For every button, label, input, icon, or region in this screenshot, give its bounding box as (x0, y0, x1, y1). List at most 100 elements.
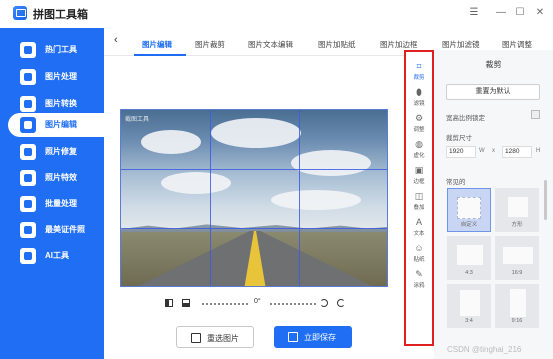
canvas-area: 截图工具 0° 重选图片 立即保存 (104, 56, 404, 359)
photo-cloud (161, 172, 231, 194)
image-icon (20, 69, 36, 85)
sidebar-item-label: 热门工具 (45, 45, 77, 54)
rotation-slider-left[interactable] (202, 303, 248, 305)
preset-shape (457, 197, 481, 219)
panel-title: 裁剪 (485, 60, 502, 69)
csdn-watermark: CSDN @tinghai_216 (447, 345, 522, 354)
photo-preview[interactable]: 截图工具 (120, 109, 388, 287)
rotate-left-icon[interactable] (320, 299, 328, 307)
sidebar: 热门工具 图片处理 图片转换 图片编辑 照片修复 照片特效 批量处理 最美证件照… (0, 28, 104, 359)
photo-cloud (141, 130, 201, 154)
sidebar-item-image-edit[interactable]: 图片编辑 (8, 113, 104, 137)
height-unit: H (536, 148, 541, 154)
tab-image-filter[interactable]: 图片加滤镜 (442, 39, 480, 50)
rail-sticker[interactable]: ☺ 贴纸 (406, 240, 432, 266)
tab-image-text[interactable]: 图片文本编辑 (248, 39, 293, 50)
tab-image-crop[interactable]: 图片裁剪 (195, 39, 225, 50)
sidebar-item-ai-tools[interactable]: AI工具 (0, 244, 104, 268)
convert-icon (20, 96, 36, 112)
rotate-toolbar: 0° (164, 298, 354, 310)
crop-height-input[interactable]: 1280 (502, 146, 532, 158)
reset-default-button[interactable]: 重置为默认 (446, 84, 540, 100)
sidebar-item-hot-tools[interactable]: 热门工具 (0, 38, 104, 62)
preset-custom[interactable]: 自定义 (447, 188, 491, 232)
width-unit: W (479, 148, 485, 154)
sticker-icon: ☺ (414, 243, 424, 253)
rail-frame[interactable]: ▣ 边框 (406, 162, 432, 188)
sidebar-item-label: 批量处理 (45, 199, 77, 208)
crop-settings-panel: 裁剪 重置为默认 宽高比例锁定 裁剪尺寸 1920 W x 1280 H 常见的… (434, 50, 553, 359)
sidebar-item-batch[interactable]: 批量处理 (0, 192, 104, 216)
photo-cloud (271, 190, 361, 210)
app-title: 拼图工具箱 (33, 9, 88, 21)
edit-image-icon (20, 117, 36, 133)
maximize-button[interactable]: ☐ (512, 5, 528, 21)
sidebar-item-label: 照片特效 (45, 173, 77, 182)
photo-cloud (211, 118, 301, 148)
flip-horizontal-icon[interactable] (165, 299, 173, 307)
back-icon[interactable]: ‹ (114, 34, 118, 46)
menu-icon[interactable]: ☰ (466, 5, 482, 21)
sidebar-item-id-photo[interactable]: 最美证件照 (0, 218, 104, 242)
crop-grid-line (210, 110, 211, 286)
tab-image-sticker[interactable]: 图片加贴纸 (318, 39, 356, 50)
lock-ratio-label: 宽高比例锁定 (446, 115, 485, 122)
panel-scrollbar[interactable] (544, 180, 547, 220)
preset-9-16[interactable]: 9:16 (495, 284, 539, 328)
repair-icon (20, 144, 36, 160)
lock-ratio-checkbox[interactable] (531, 110, 540, 119)
rotation-angle: 0° (254, 298, 261, 305)
save-button[interactable]: 立即保存 (274, 326, 352, 348)
overlay-icon: ◫ (414, 191, 424, 201)
sidebar-item-photo-effects[interactable]: 照片特效 (0, 166, 104, 190)
sidebar-item-label: 图片转换 (45, 99, 77, 108)
rail-crop[interactable]: ⌗ 裁剪 (406, 58, 432, 84)
rotation-slider-right[interactable] (270, 303, 316, 305)
preset-shape (457, 245, 483, 265)
rotate-right-icon[interactable] (337, 299, 345, 307)
sidebar-item-image-processing[interactable]: 图片处理 (0, 65, 104, 89)
crop-grid-line (121, 169, 387, 170)
sidebar-item-label: 图片编辑 (45, 120, 77, 129)
reselect-image-button[interactable]: 重选图片 (176, 326, 254, 348)
frame-icon: ▣ (414, 165, 424, 175)
rail-doodle[interactable]: ✎ 涂鸦 (406, 266, 432, 292)
preset-shape (503, 247, 533, 264)
filter-icon: ⬮ (416, 87, 422, 97)
edit-tool-rail: ⌗ 裁剪 ⬮ 滤镜 ⚙ 调整 ◍ 虚化 ▣ 边框 ◫ 叠加 A 文本 ☺ 贴纸 … (404, 50, 434, 346)
rail-adjust[interactable]: ⚙ 调整 (406, 110, 432, 136)
crop-width-input[interactable]: 1920 (446, 146, 476, 158)
preset-shape (460, 290, 480, 316)
tab-image-adjust[interactable]: 图片调整 (502, 39, 532, 50)
tab-image-edit[interactable]: 图片编辑 (142, 39, 172, 50)
batch-icon (20, 196, 36, 212)
minimize-button[interactable]: — (493, 5, 509, 21)
size-times: x (492, 148, 495, 154)
tab-image-frame[interactable]: 图片加边框 (380, 39, 418, 50)
sidebar-item-label: AI工具 (45, 251, 69, 260)
download-icon (288, 332, 298, 342)
rail-filter[interactable]: ⬮ 滤镜 (406, 84, 432, 110)
crop-size-label: 裁剪尺寸 (446, 135, 472, 142)
id-photo-icon (20, 222, 36, 238)
preset-square[interactable]: 方形 (495, 188, 539, 232)
preset-shape (508, 197, 528, 217)
rail-text[interactable]: A 文本 (406, 214, 432, 240)
preset-3-4[interactable]: 3:4 (447, 284, 491, 328)
rail-overlay[interactable]: ◫ 叠加 (406, 188, 432, 214)
crop-grid-line (121, 228, 387, 229)
fire-icon (20, 42, 36, 58)
image-icon (191, 333, 201, 343)
title-bar: 拼图工具箱 ☰ — ☐ ✕ (0, 0, 553, 28)
sidebar-item-photo-repair[interactable]: 照片修复 (0, 140, 104, 164)
preset-16-9[interactable]: 16:9 (495, 236, 539, 280)
photo-cloud (291, 150, 371, 176)
doodle-icon: ✎ (415, 269, 423, 279)
preset-4-3[interactable]: 4:3 (447, 236, 491, 280)
crop-icon: ⌗ (416, 61, 422, 71)
close-button[interactable]: ✕ (532, 5, 548, 21)
text-icon: A (415, 217, 422, 227)
rail-blur[interactable]: ◍ 虚化 (406, 136, 432, 162)
flip-vertical-icon[interactable] (182, 299, 190, 307)
sidebar-item-label: 最美证件照 (45, 225, 85, 234)
